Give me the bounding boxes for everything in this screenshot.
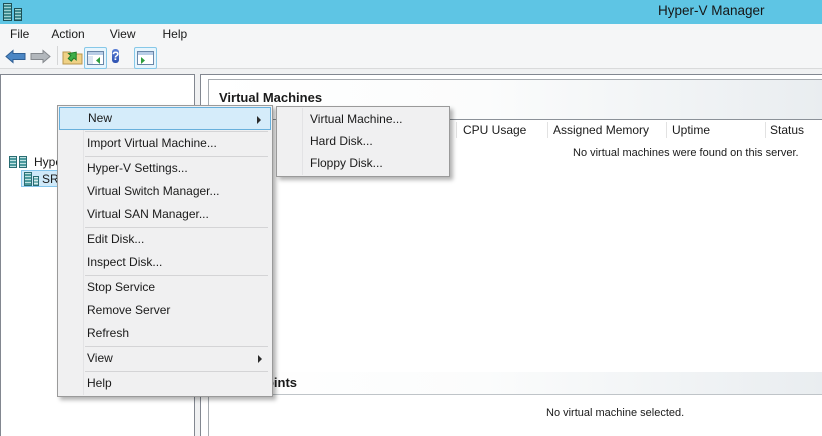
submenu-item-floppy-disk[interactable]: Floppy Disk...	[278, 152, 448, 174]
column-separator[interactable]	[666, 122, 667, 138]
menu-item-view[interactable]: View	[59, 347, 271, 370]
menu-item-label: View	[87, 351, 113, 365]
menubar: File Action View Help	[0, 24, 822, 43]
menu-item-edit-disk[interactable]: Edit Disk...	[59, 228, 271, 251]
column-assigned-memory[interactable]: Assigned Memory	[553, 123, 649, 137]
show-action-pane-icon[interactable]	[134, 47, 157, 69]
submenu-arrow-icon	[258, 355, 262, 363]
menu-item-label: Hard Disk...	[310, 134, 373, 148]
virtual-machines-title: Virtual Machines	[219, 90, 323, 105]
menu-item-import-virtual-machine[interactable]: Import Virtual Machine...	[59, 132, 271, 155]
column-cpu-usage[interactable]: CPU Usage	[463, 123, 526, 137]
menu-item-inspect-disk[interactable]: Inspect Disk...	[59, 251, 271, 274]
column-status[interactable]: Status	[770, 123, 804, 137]
menu-item-label: Edit Disk...	[87, 232, 145, 246]
menu-view[interactable]: View	[102, 26, 144, 42]
menu-item-label: Virtual Switch Manager...	[87, 184, 220, 198]
server-icon	[24, 171, 39, 186]
menu-item-label: New	[88, 111, 113, 125]
new-submenu: Virtual Machine... Hard Disk... Floppy D…	[276, 106, 450, 177]
column-separator[interactable]	[765, 122, 766, 138]
menu-item-label: Help	[87, 376, 112, 390]
menu-item-new[interactable]: New	[59, 107, 271, 130]
hyperv-app-icon	[3, 3, 25, 21]
menu-item-label: Inspect Disk...	[87, 255, 163, 269]
column-separator[interactable]	[456, 122, 457, 138]
menu-item-remove-server[interactable]: Remove Server	[59, 299, 271, 322]
no-selection-message: No virtual machine selected.	[546, 407, 685, 419]
column-uptime[interactable]: Uptime	[672, 123, 710, 137]
toolbar: ?	[0, 43, 822, 69]
menu-item-label: Floppy Disk...	[310, 156, 383, 170]
vm-empty-message: No virtual machines were found on this s…	[573, 147, 799, 159]
menu-file[interactable]: File	[2, 26, 37, 42]
menu-item-label: Remove Server	[87, 303, 171, 317]
context-menu: New Import Virtual Machine... Hyper-V Se…	[57, 105, 273, 397]
menu-item-help[interactable]: Help	[59, 372, 271, 395]
toolbar-separator	[57, 46, 58, 65]
menu-item-stop-service[interactable]: Stop Service	[59, 276, 271, 299]
export-folder-icon[interactable]	[62, 48, 83, 68]
menu-item-label: Import Virtual Machine...	[87, 136, 217, 150]
forward-icon[interactable]	[30, 49, 51, 67]
menu-item-label: Hyper-V Settings...	[87, 161, 188, 175]
titlebar[interactable]: Hyper-V Manager	[0, 0, 822, 24]
menu-item-label: Refresh	[87, 326, 130, 340]
menu-help[interactable]: Help	[155, 26, 196, 42]
submenu-item-hard-disk[interactable]: Hard Disk...	[278, 130, 448, 152]
menu-item-virtual-switch-manager[interactable]: Virtual Switch Manager...	[59, 180, 271, 203]
menu-item-virtual-san-manager[interactable]: Virtual SAN Manager...	[59, 203, 271, 226]
submenu-arrow-icon	[257, 116, 261, 124]
menu-item-label: Stop Service	[87, 280, 156, 294]
help-icon[interactable]: ?	[112, 48, 120, 65]
hyperv-manager-window: Hyper-V Manager File Action View Help ? …	[0, 0, 822, 436]
menu-item-label: Virtual SAN Manager...	[87, 207, 209, 221]
checkpoints-header-bar: Checkpoints	[209, 372, 822, 395]
submenu-item-virtual-machine[interactable]: Virtual Machine...	[278, 108, 448, 130]
show-console-tree-icon[interactable]	[84, 47, 107, 69]
window-title: Hyper-V Manager	[658, 3, 765, 18]
column-separator[interactable]	[547, 122, 548, 138]
hyperv-manager-icon	[9, 155, 28, 169]
menu-item-hyperv-settings[interactable]: Hyper-V Settings...	[59, 157, 271, 180]
menu-item-label: Virtual Machine...	[310, 112, 403, 126]
menu-action[interactable]: Action	[43, 26, 92, 42]
menu-item-refresh[interactable]: Refresh	[59, 322, 271, 345]
back-icon[interactable]	[5, 49, 26, 67]
